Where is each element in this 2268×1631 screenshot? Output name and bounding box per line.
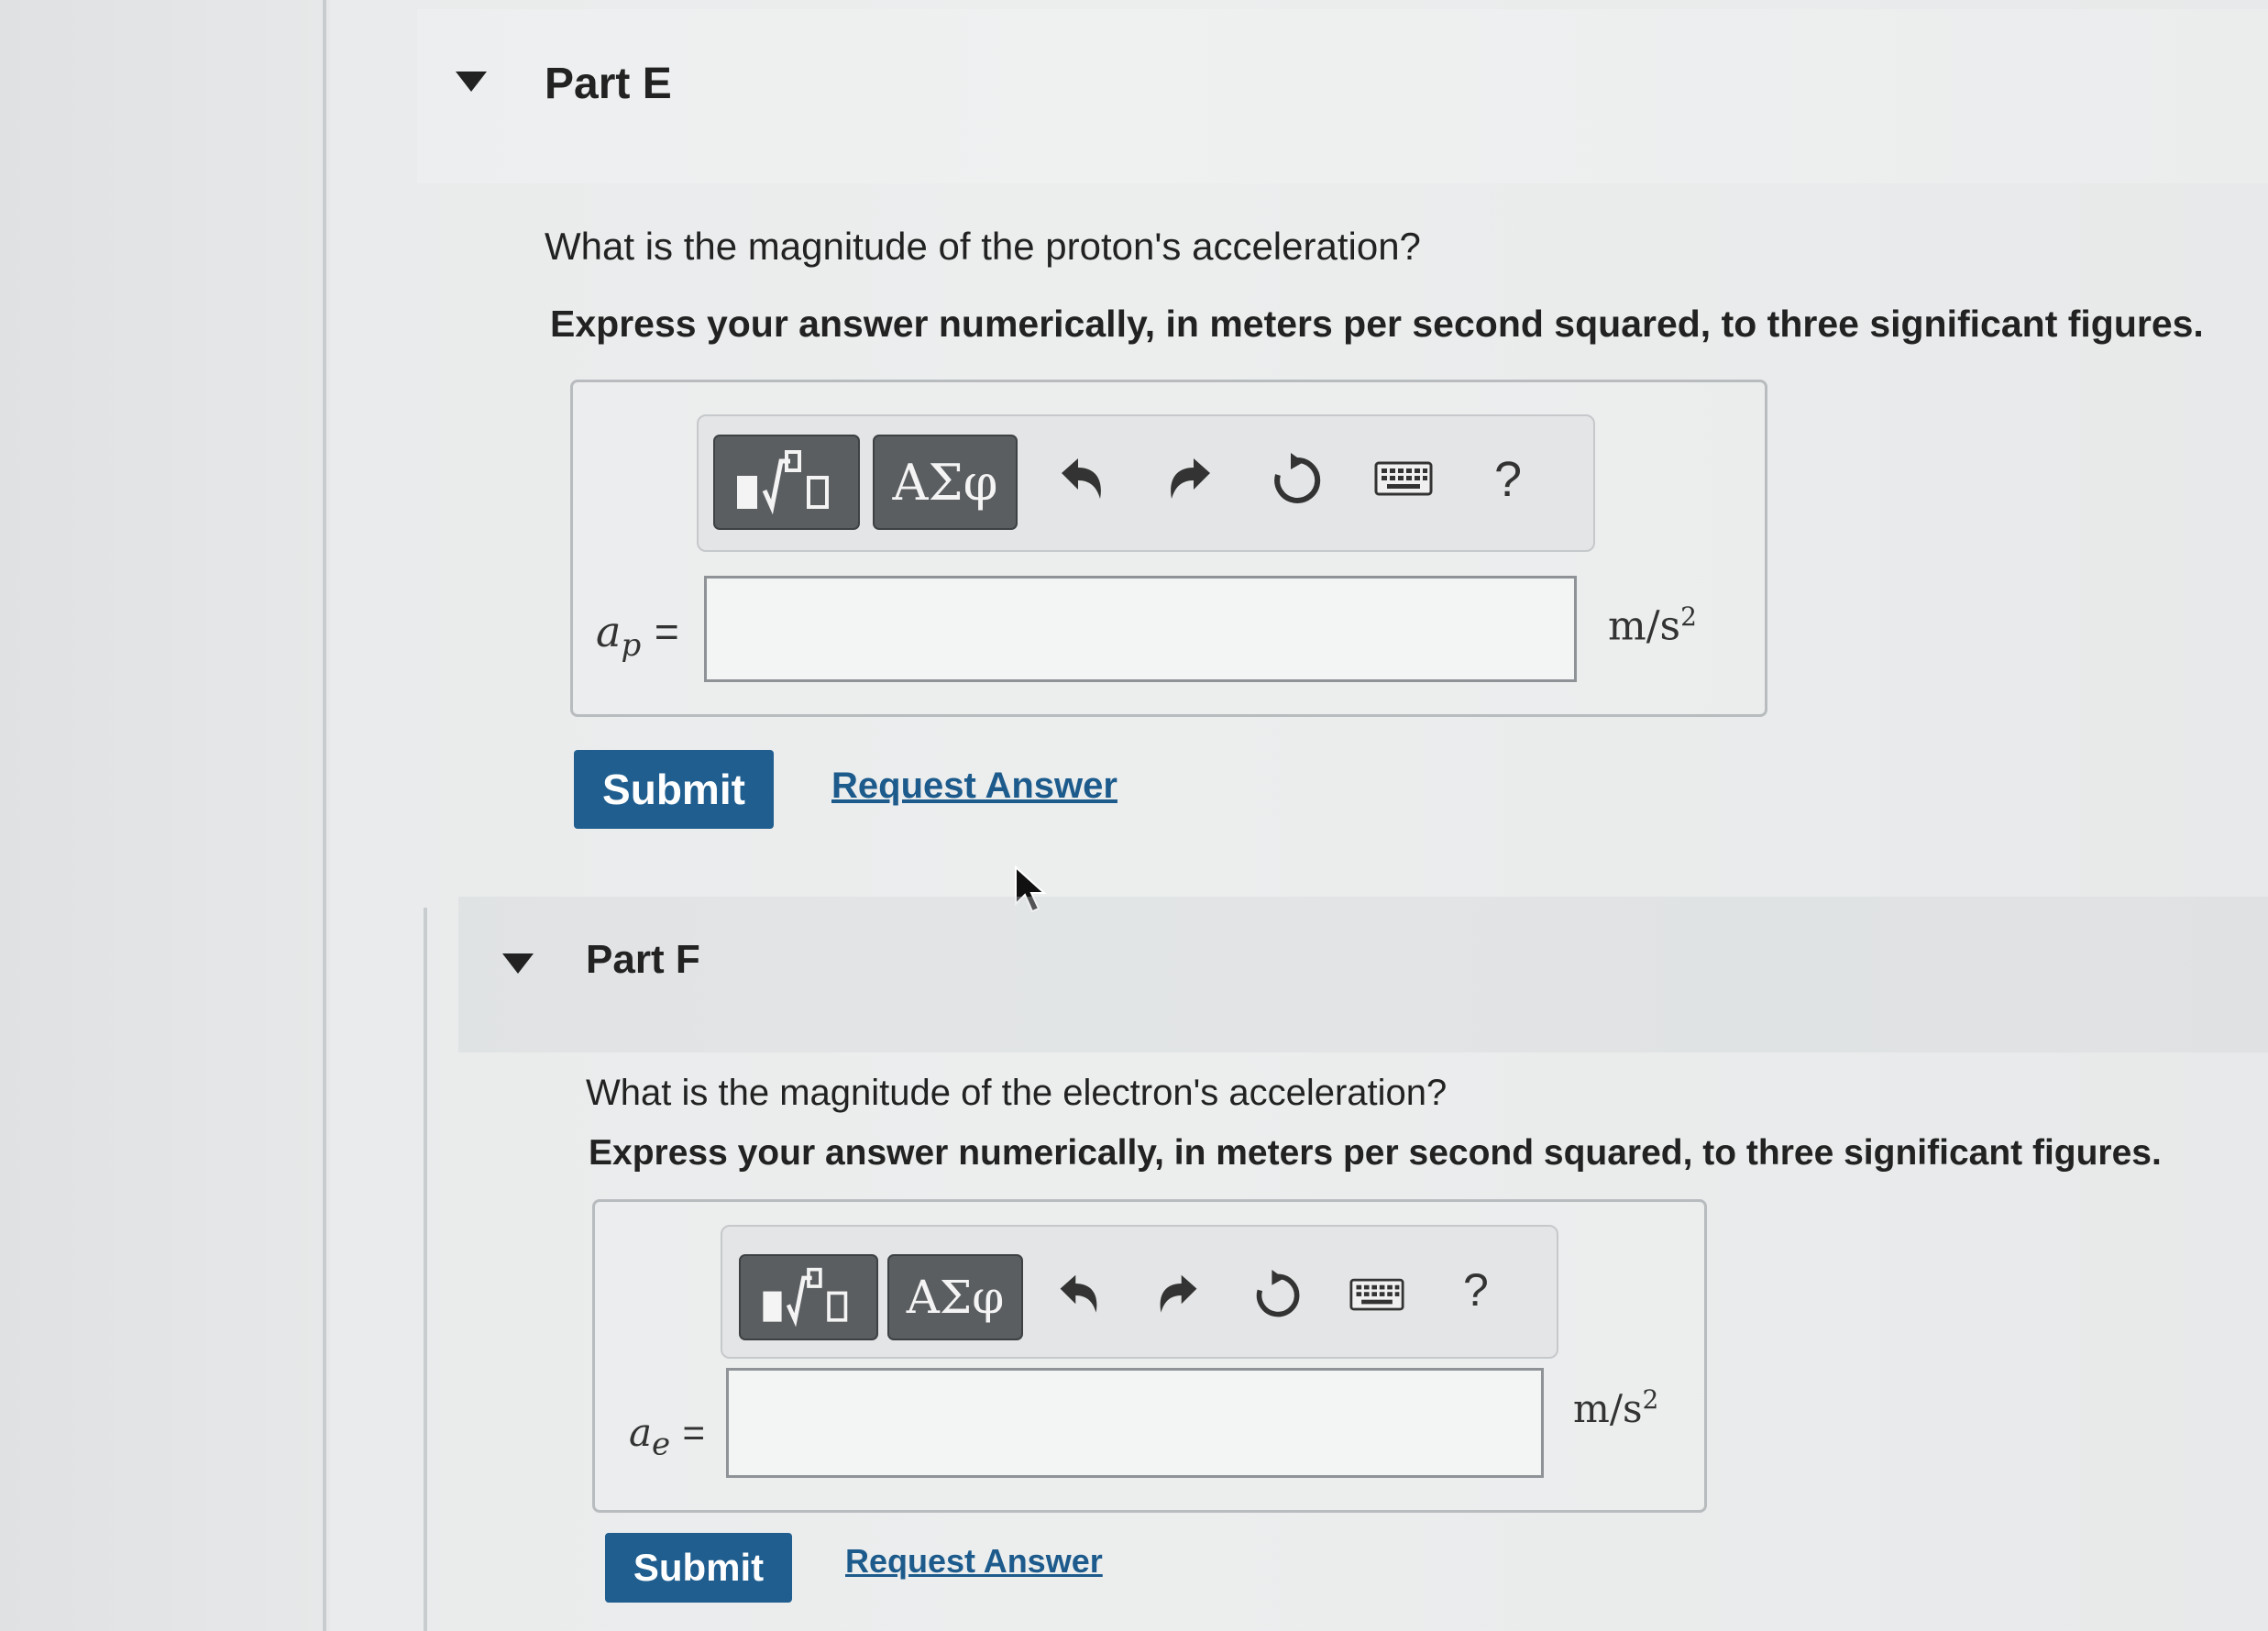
unit-exponent: 2 bbox=[1680, 601, 1697, 632]
reset-icon[interactable] bbox=[1243, 1262, 1311, 1329]
part-f-math-toolbar: ΑΣφ ? bbox=[721, 1225, 1558, 1359]
part-e-variable-label: ap = bbox=[596, 607, 679, 664]
reset-icon[interactable] bbox=[1260, 444, 1333, 517]
unit-base: m/s bbox=[1608, 602, 1681, 650]
part-f-unit-label: m/s2 bbox=[1573, 1384, 1658, 1431]
part-f-question: What is the magnitude of the electron's … bbox=[586, 1073, 1448, 1113]
greek-symbols-button[interactable]: ΑΣφ bbox=[887, 1254, 1023, 1340]
fraction-radical-icon bbox=[737, 450, 829, 515]
content-divider bbox=[323, 0, 326, 1631]
unit-exponent: 2 bbox=[1642, 1384, 1659, 1415]
part-e-unit-label: m/s2 bbox=[1608, 601, 1697, 650]
redo-icon[interactable] bbox=[1144, 1262, 1212, 1329]
variable-subscript: e bbox=[652, 1426, 671, 1463]
part-f-title: Part F bbox=[586, 937, 700, 982]
variable-subscript: p bbox=[621, 627, 642, 665]
templates-button[interactable] bbox=[713, 435, 860, 530]
part-e-title: Part E bbox=[545, 60, 672, 108]
part-e-submit-button[interactable]: Submit bbox=[574, 750, 774, 829]
variable-symbol: a bbox=[596, 607, 622, 656]
variable-symbol: a bbox=[629, 1410, 653, 1455]
left-rail bbox=[0, 0, 330, 1631]
part-f-request-answer-link[interactable]: Request Answer bbox=[845, 1542, 1103, 1581]
part-f-variable-label: ae = bbox=[629, 1410, 705, 1462]
templates-button[interactable] bbox=[739, 1254, 878, 1340]
help-button[interactable]: ? bbox=[1463, 1263, 1489, 1317]
part-f-answer-input[interactable] bbox=[726, 1368, 1544, 1478]
part-e-header bbox=[417, 9, 2268, 183]
part-e-request-answer-link[interactable]: Request Answer bbox=[831, 766, 1117, 807]
undo-icon[interactable] bbox=[1045, 1262, 1113, 1329]
keyboard-icon[interactable] bbox=[1362, 447, 1445, 512]
keyboard-icon[interactable] bbox=[1338, 1265, 1415, 1326]
equals-sign: = bbox=[654, 608, 679, 656]
fraction-radical-icon bbox=[763, 1267, 848, 1328]
greek-symbols-button[interactable]: ΑΣφ bbox=[873, 435, 1018, 530]
part-e-answer-input[interactable] bbox=[704, 576, 1577, 682]
equals-sign: = bbox=[682, 1411, 706, 1454]
help-button[interactable]: ? bbox=[1494, 451, 1522, 508]
part-e-collapse-caret-icon[interactable] bbox=[456, 72, 487, 92]
part-e-instruction: Express your answer numerically, in mete… bbox=[550, 303, 2204, 345]
part-f-collapse-caret-icon[interactable] bbox=[502, 953, 534, 974]
undo-icon[interactable] bbox=[1045, 444, 1118, 517]
unit-base: m/s bbox=[1573, 1386, 1643, 1431]
redo-icon[interactable] bbox=[1153, 444, 1227, 517]
content-divider-lower bbox=[424, 908, 427, 1631]
part-e-math-toolbar: ΑΣφ ? bbox=[697, 414, 1595, 552]
part-f-instruction: Express your answer numerically, in mete… bbox=[589, 1133, 2162, 1173]
part-f-submit-button[interactable]: Submit bbox=[605, 1533, 792, 1603]
part-e-question: What is the magnitude of the proton's ac… bbox=[545, 225, 1421, 268]
part-f-header bbox=[458, 897, 2268, 1052]
